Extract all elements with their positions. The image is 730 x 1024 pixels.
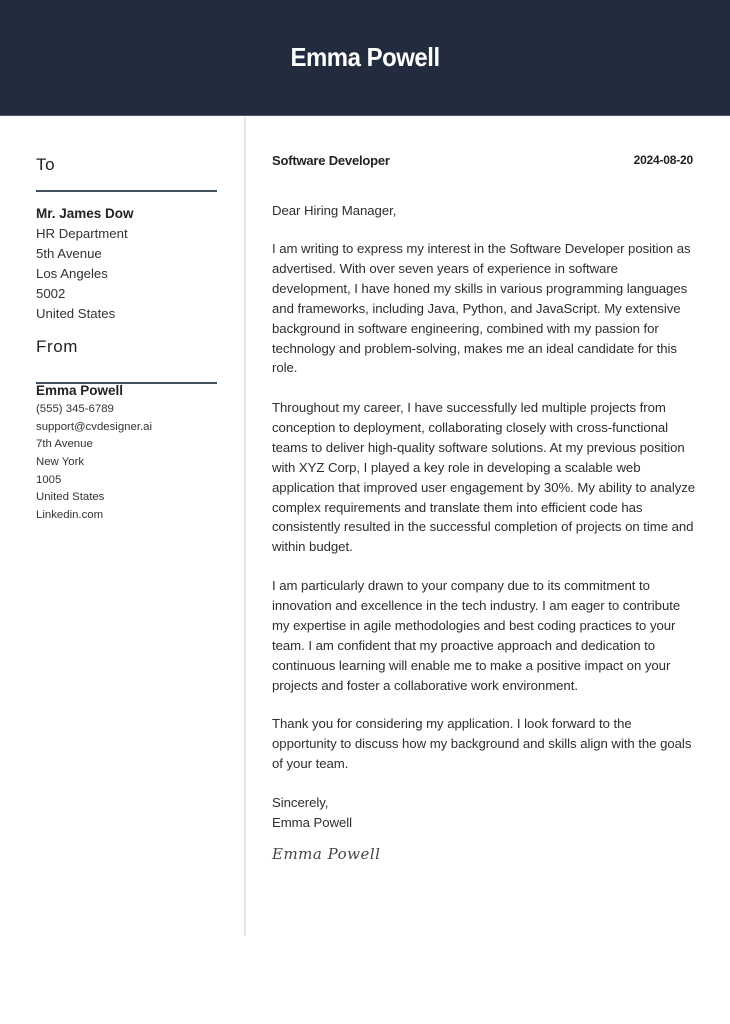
recipient-section-rule xyxy=(36,190,217,192)
closing: Sincerely, xyxy=(272,795,329,810)
sender-country: United States xyxy=(36,491,105,504)
recipient-street: 5th Avenue xyxy=(36,246,102,261)
sender-phone: (555) 345-6789 xyxy=(36,403,114,415)
sender-block: Emma Powell (555) 345-6789 support@cvdes… xyxy=(36,381,152,525)
sidebar: To Mr. James Dow HR Department 5th Avenu… xyxy=(36,117,218,521)
recipient-country: United States xyxy=(36,306,116,321)
column-divider xyxy=(244,117,246,936)
sender-city: New York xyxy=(36,456,85,469)
recipient-postal-code: 5002 xyxy=(36,286,66,301)
recipient-name: Mr. James Dow xyxy=(36,206,134,221)
letter-paragraph: I am particularly drawn to your company … xyxy=(272,578,681,693)
page-header: Emma Powell xyxy=(0,0,730,116)
header-name: Emma Powell xyxy=(290,42,440,72)
letter-meta-row: Software Developer 2024-08-20 xyxy=(272,153,693,171)
recipient-section-title: To xyxy=(36,155,56,174)
sender-name: Emma Powell xyxy=(36,383,124,398)
sender-email: support@cvdesigner.ai xyxy=(36,420,153,433)
sender-postal-code: 1005 xyxy=(36,473,62,486)
letter-date: 2024-08-20 xyxy=(633,153,694,167)
sender-section-title: From xyxy=(36,337,79,356)
sender-linkedin: Linkedin.com xyxy=(36,509,104,522)
letter-paragraph: Throughout my career, I have successfull… xyxy=(272,400,696,555)
recipient-block: Mr. James Dow HR Department 5th Avenue L… xyxy=(36,204,218,324)
job-title: Software Developer xyxy=(272,153,390,168)
signature: Emma Powell xyxy=(272,845,381,863)
letter-paragraph: I am writing to express my interest in t… xyxy=(272,241,691,376)
sender-street: 7th Avenue xyxy=(36,438,93,451)
recipient-city: Los Angeles xyxy=(36,266,108,281)
letter-paragraph: Thank you for considering my application… xyxy=(272,716,692,771)
recipient-department: HR Department xyxy=(36,226,128,241)
salutation: Dear Hiring Manager, xyxy=(272,203,397,218)
closing-name: Emma Powell xyxy=(272,815,353,830)
